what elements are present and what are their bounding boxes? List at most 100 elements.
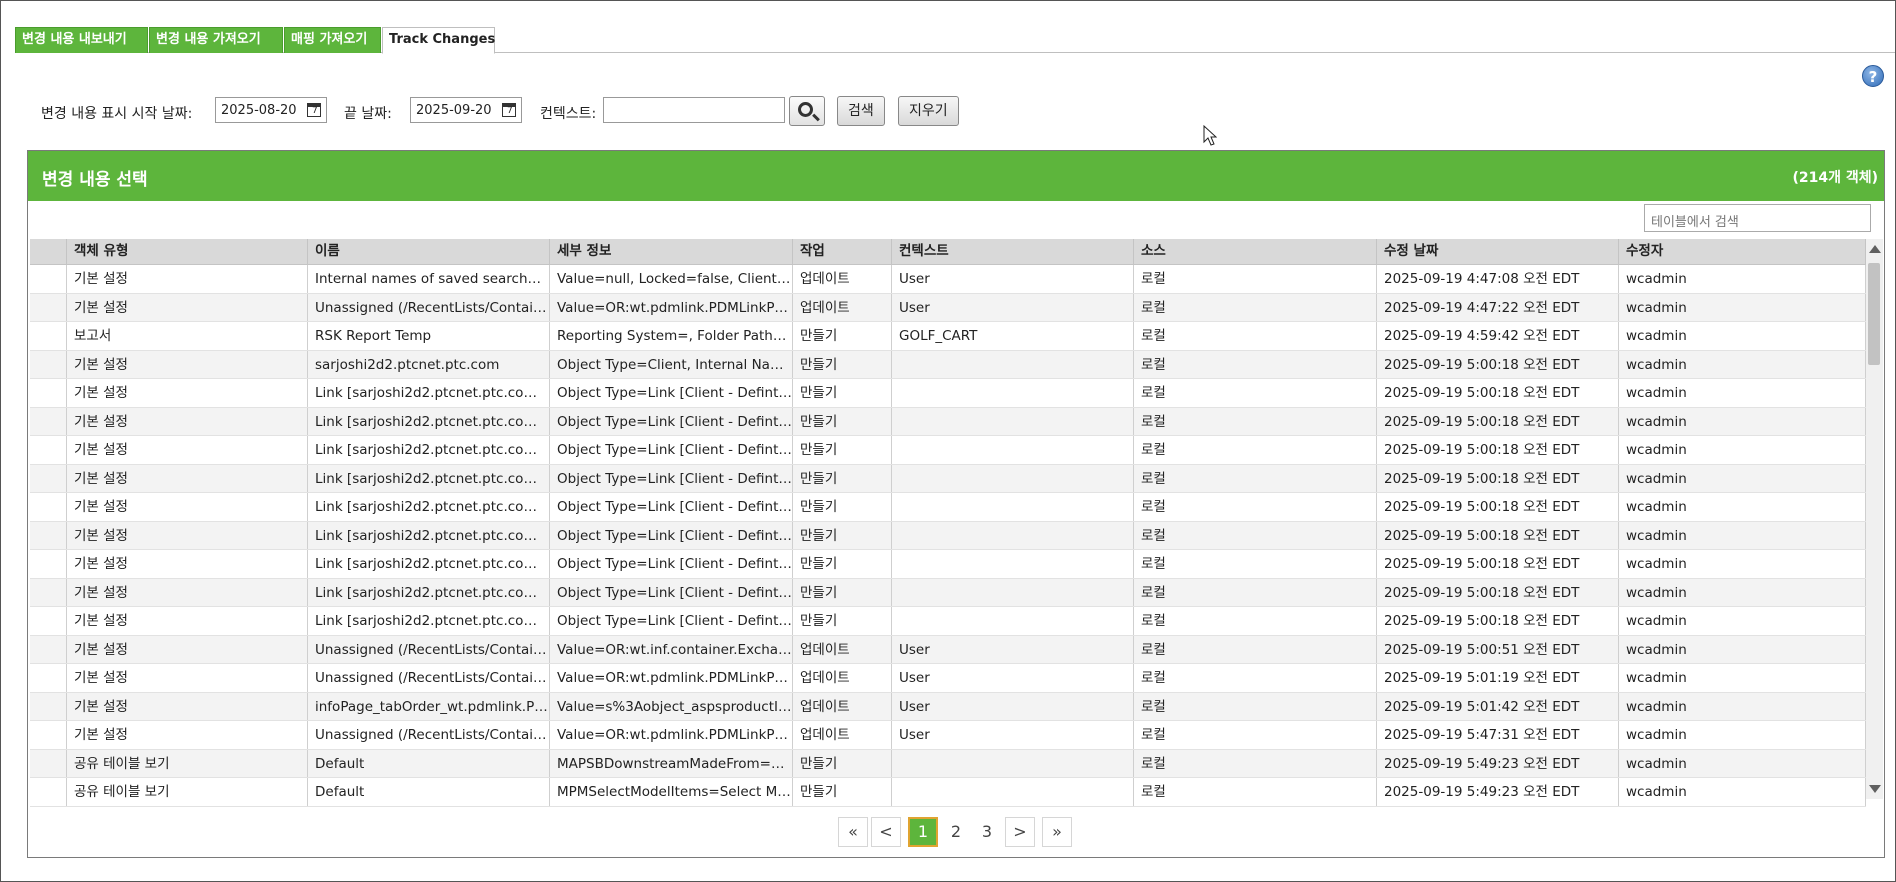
table-row[interactable]: 기본 설정 Unassigned (/RecentLists/Contain...… [30,293,1866,322]
mouse-cursor-icon [1203,125,1217,146]
search-icon [798,102,813,117]
cell-action: 업데이트 [793,692,892,720]
scroll-down-icon[interactable] [1869,785,1881,793]
prev-page-button[interactable]: < [871,817,901,847]
page-2-button[interactable]: 2 [941,817,971,847]
table-row[interactable]: 기본 설정 infoPage_tabOrder_wt.pdmlink.PD... V… [30,692,1866,721]
cell-name: Link [sarjoshi2d2.ptcnet.ptc.com - ... [308,607,550,635]
cell-action: 만들기 [793,322,892,350]
cell-details: Value=OR:wt.pdmlink.PDMLinkPro... [550,293,793,321]
cell-modified-by: wcadmin [1619,464,1866,492]
cell-row-selector [30,692,67,720]
column-header-row-selector[interactable] [30,239,67,264]
page-1-button[interactable]: 1 [908,817,938,847]
clear-button[interactable]: 지우기 [898,96,959,126]
first-page-button[interactable]: « [838,817,868,847]
end-date-field[interactable]: 2025-09-20 [410,97,522,123]
cell-row-selector [30,322,67,350]
column-header-object-type[interactable]: 객체 유형 [67,239,308,264]
table-row[interactable]: 공유 테이블 보기 Default MAPSBDownstreamMadeFrom=… [30,749,1866,778]
cell-row-selector [30,607,67,635]
last-page-button[interactable]: » [1042,817,1072,847]
cell-details: Value=OR:wt.inf.container.Exchan... [550,635,793,663]
table-search-input[interactable]: 테이블에서 검색 [1644,204,1871,232]
search-button[interactable]: 검색 [837,96,885,126]
table-row[interactable]: 기본 설정 Link [sarjoshi2d2.ptcnet.ptc.com - … [30,407,1866,436]
column-header-context[interactable]: 컨텍스트 [892,239,1134,264]
tab-export-changes[interactable]: 변경 내용 내보내기 [15,27,148,53]
table-row[interactable]: 기본 설정 sarjoshi2d2.ptcnet.ptc.com Object Ty… [30,350,1866,379]
cell-modified-by: wcadmin [1619,436,1866,464]
cell-source: 로컬 [1134,322,1377,350]
application-frame: 변경 내용 내보내기 변경 내용 가져오기 매핑 가져오기 Track Chan… [0,0,1896,882]
cell-context: User [892,635,1134,663]
table-row[interactable]: 기본 설정 Link [sarjoshi2d2.ptcnet.ptc.com - … [30,436,1866,465]
tab-import-changes[interactable]: 변경 내용 가져오기 [149,27,283,53]
cell-context [892,778,1134,806]
table-row[interactable]: 기본 설정 Link [sarjoshi2d2.ptcnet.ptc.com - … [30,578,1866,607]
cell-name: Unassigned (/RecentLists/Contain... [308,635,550,663]
calendar-icon[interactable] [502,103,516,117]
start-date-label: 변경 내용 표시 시작 날짜: [41,106,193,122]
cell-action: 만들기 [793,749,892,777]
table-row[interactable]: 기본 설정 Link [sarjoshi2d2.ptcnet.ptc.com - … [30,607,1866,636]
cell-object-type: 기본 설정 [67,521,308,549]
cell-modified-by: wcadmin [1619,778,1866,806]
cell-context [892,578,1134,606]
tab-track-changes[interactable]: Track Changes [382,27,495,54]
cell-row-selector [30,521,67,549]
column-header-action[interactable]: 작업 [793,239,892,264]
page-3-button[interactable]: 3 [972,817,1002,847]
calendar-icon[interactable] [307,103,321,117]
cell-action: 만들기 [793,436,892,464]
cell-name: Link [sarjoshi2d2.ptcnet.ptc.com - ... [308,550,550,578]
cell-action: 업데이트 [793,664,892,692]
cell-object-type: 기본 설정 [67,664,308,692]
cell-name: infoPage_tabOrder_wt.pdmlink.PD... [308,692,550,720]
cell-details: Object Type=Link [Client - Defintio... [550,464,793,492]
cell-object-type: 공유 테이블 보기 [67,749,308,777]
table-row[interactable]: 기본 설정 Link [sarjoshi2d2.ptcnet.ptc.com - … [30,464,1866,493]
help-icon[interactable]: ? [1862,65,1884,87]
column-header-name[interactable]: 이름 [308,239,550,264]
context-search-button[interactable] [789,96,825,126]
table-row[interactable]: 기본 설정 Unassigned (/RecentLists/Contain...… [30,664,1866,693]
scroll-thumb[interactable] [1868,263,1880,365]
cell-action: 만들기 [793,379,892,407]
table-row[interactable]: 기본 설정 Link [sarjoshi2d2.ptcnet.ptc.com - … [30,550,1866,579]
cell-object-type: 공유 테이블 보기 [67,778,308,806]
cell-source: 로컬 [1134,265,1377,293]
context-input[interactable] [603,97,785,123]
cell-modified-date: 2025-09-19 5:49:23 오전 EDT [1377,778,1619,806]
start-date-field[interactable]: 2025-08-20 [215,97,327,123]
table-row[interactable]: 기본 설정 Unassigned (/RecentLists/Contain...… [30,721,1866,750]
column-header-details[interactable]: 세부 정보 [550,239,793,264]
cell-name: Unassigned (/RecentLists/Contain... [308,293,550,321]
cell-context [892,521,1134,549]
cell-source: 로컬 [1134,407,1377,435]
table-row[interactable]: 공유 테이블 보기 Default MPMSelectModelItems=Sele… [30,778,1866,807]
pagination: « < 1 2 3 > » [28,817,1884,847]
table-row[interactable]: 기본 설정 Link [sarjoshi2d2.ptcnet.ptc.com - … [30,521,1866,550]
cell-action: 업데이트 [793,635,892,663]
next-page-button[interactable]: > [1005,817,1035,847]
table-row[interactable]: 기본 설정 Link [sarjoshi2d2.ptcnet.ptc.com - … [30,493,1866,522]
column-header-source[interactable]: 소스 [1134,239,1377,264]
column-header-modified-date[interactable]: 수정 날짜 [1377,239,1619,264]
cell-name: Default [308,749,550,777]
scroll-up-icon[interactable] [1869,245,1881,253]
table-row[interactable]: 보고서 RSK Report Temp Reporting System=, Fol… [30,322,1866,351]
cell-object-type: 기본 설정 [67,550,308,578]
cell-modified-date: 2025-09-19 4:47:22 오전 EDT [1377,293,1619,321]
cell-modified-by: wcadmin [1619,607,1866,635]
tab-import-mapping[interactable]: 매핑 가져오기 [284,27,381,53]
table-row[interactable]: 기본 설정 Internal names of saved searches f.… [30,265,1866,294]
table-row[interactable]: 기본 설정 Unassigned (/RecentLists/Contain...… [30,635,1866,664]
vertical-scrollbar[interactable] [1866,239,1883,799]
column-header-modified-by[interactable]: 수정자 [1619,239,1866,264]
cell-row-selector [30,721,67,749]
cell-modified-by: wcadmin [1619,265,1866,293]
table-row[interactable]: 기본 설정 Link [sarjoshi2d2.ptcnet.ptc.com - … [30,379,1866,408]
cell-source: 로컬 [1134,521,1377,549]
cell-source: 로컬 [1134,692,1377,720]
